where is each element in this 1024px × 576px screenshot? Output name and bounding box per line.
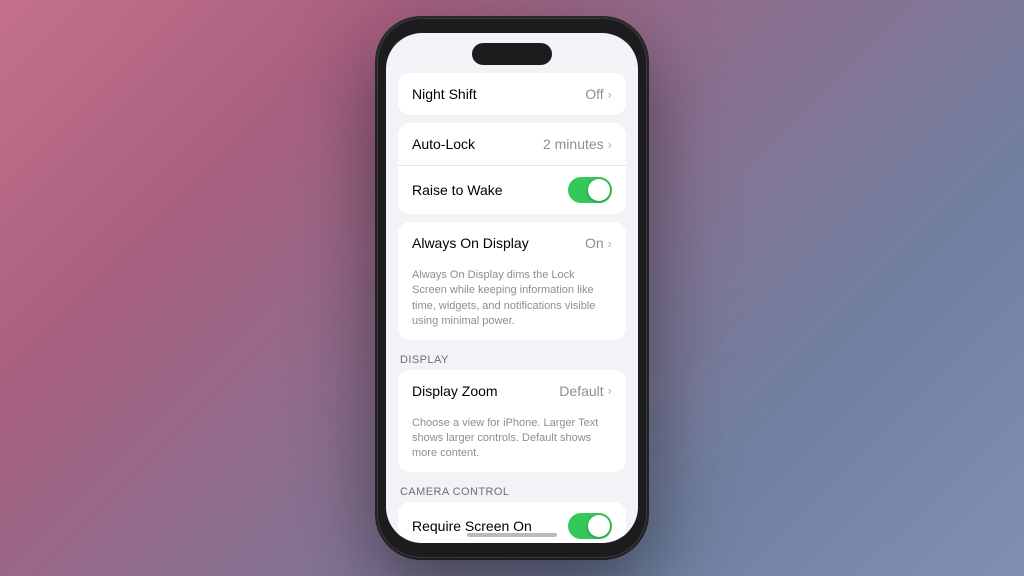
always-on-display-chevron: › [608,236,612,251]
always-on-display-value-text: On [585,235,604,251]
display-zoom-row[interactable]: Display Zoom Default › [398,370,626,412]
display-zoom-value: Default › [559,383,612,399]
raise-to-wake-row[interactable]: Raise to Wake [398,165,626,214]
display-zoom-chevron: › [608,383,612,398]
night-shift-label: Night Shift [412,86,477,102]
require-screen-on-toggle[interactable] [568,513,612,539]
display-zoom-description: Choose a view for iPhone. Larger Text sh… [398,412,626,472]
display-zoom-value-text: Default [559,383,603,399]
auto-lock-chevron: › [608,137,612,152]
display-section-label: DISPLAY [386,348,638,370]
always-on-display-description: Always On Display dims the Lock Screen w… [398,264,626,340]
display-zoom-section: Display Zoom Default › Choose a view for… [398,370,626,472]
auto-lock-value-text: 2 minutes [543,136,604,152]
raise-to-wake-toggle[interactable] [568,177,612,203]
camera-control-section-label: CAMERA CONTROL [386,480,638,502]
always-on-display-section: Always On Display On › Always On Display… [398,222,626,340]
raise-to-wake-label: Raise to Wake [412,182,503,198]
auto-lock-label: Auto-Lock [412,136,475,152]
auto-lock-value: 2 minutes › [543,136,612,152]
night-shift-value-text: Off [585,86,603,102]
settings-list: Night Shift Off › Auto-Lock 2 minutes › [386,73,638,543]
always-on-display-value: On › [585,235,612,251]
phone-screen: Night Shift Off › Auto-Lock 2 minutes › [386,33,638,543]
night-shift-row[interactable]: Night Shift Off › [398,73,626,115]
night-shift-value: Off › [585,86,612,102]
always-on-display-label: Always On Display [412,235,529,251]
require-screen-on-toggle-thumb [588,515,610,537]
night-shift-section: Night Shift Off › [398,73,626,115]
display-zoom-label: Display Zoom [412,383,498,399]
auto-lock-row[interactable]: Auto-Lock 2 minutes › [398,123,626,165]
phone-frame: Night Shift Off › Auto-Lock 2 minutes › [377,18,647,558]
dynamic-island [472,43,552,65]
require-screen-on-label: Require Screen On [412,518,532,534]
always-on-display-row[interactable]: Always On Display On › [398,222,626,264]
home-bar [467,533,557,537]
screen-content: Night Shift Off › Auto-Lock 2 minutes › [386,33,638,543]
auto-lock-section: Auto-Lock 2 minutes › Raise to Wake [398,123,626,214]
raise-to-wake-toggle-thumb [588,179,610,201]
night-shift-chevron: › [608,87,612,102]
